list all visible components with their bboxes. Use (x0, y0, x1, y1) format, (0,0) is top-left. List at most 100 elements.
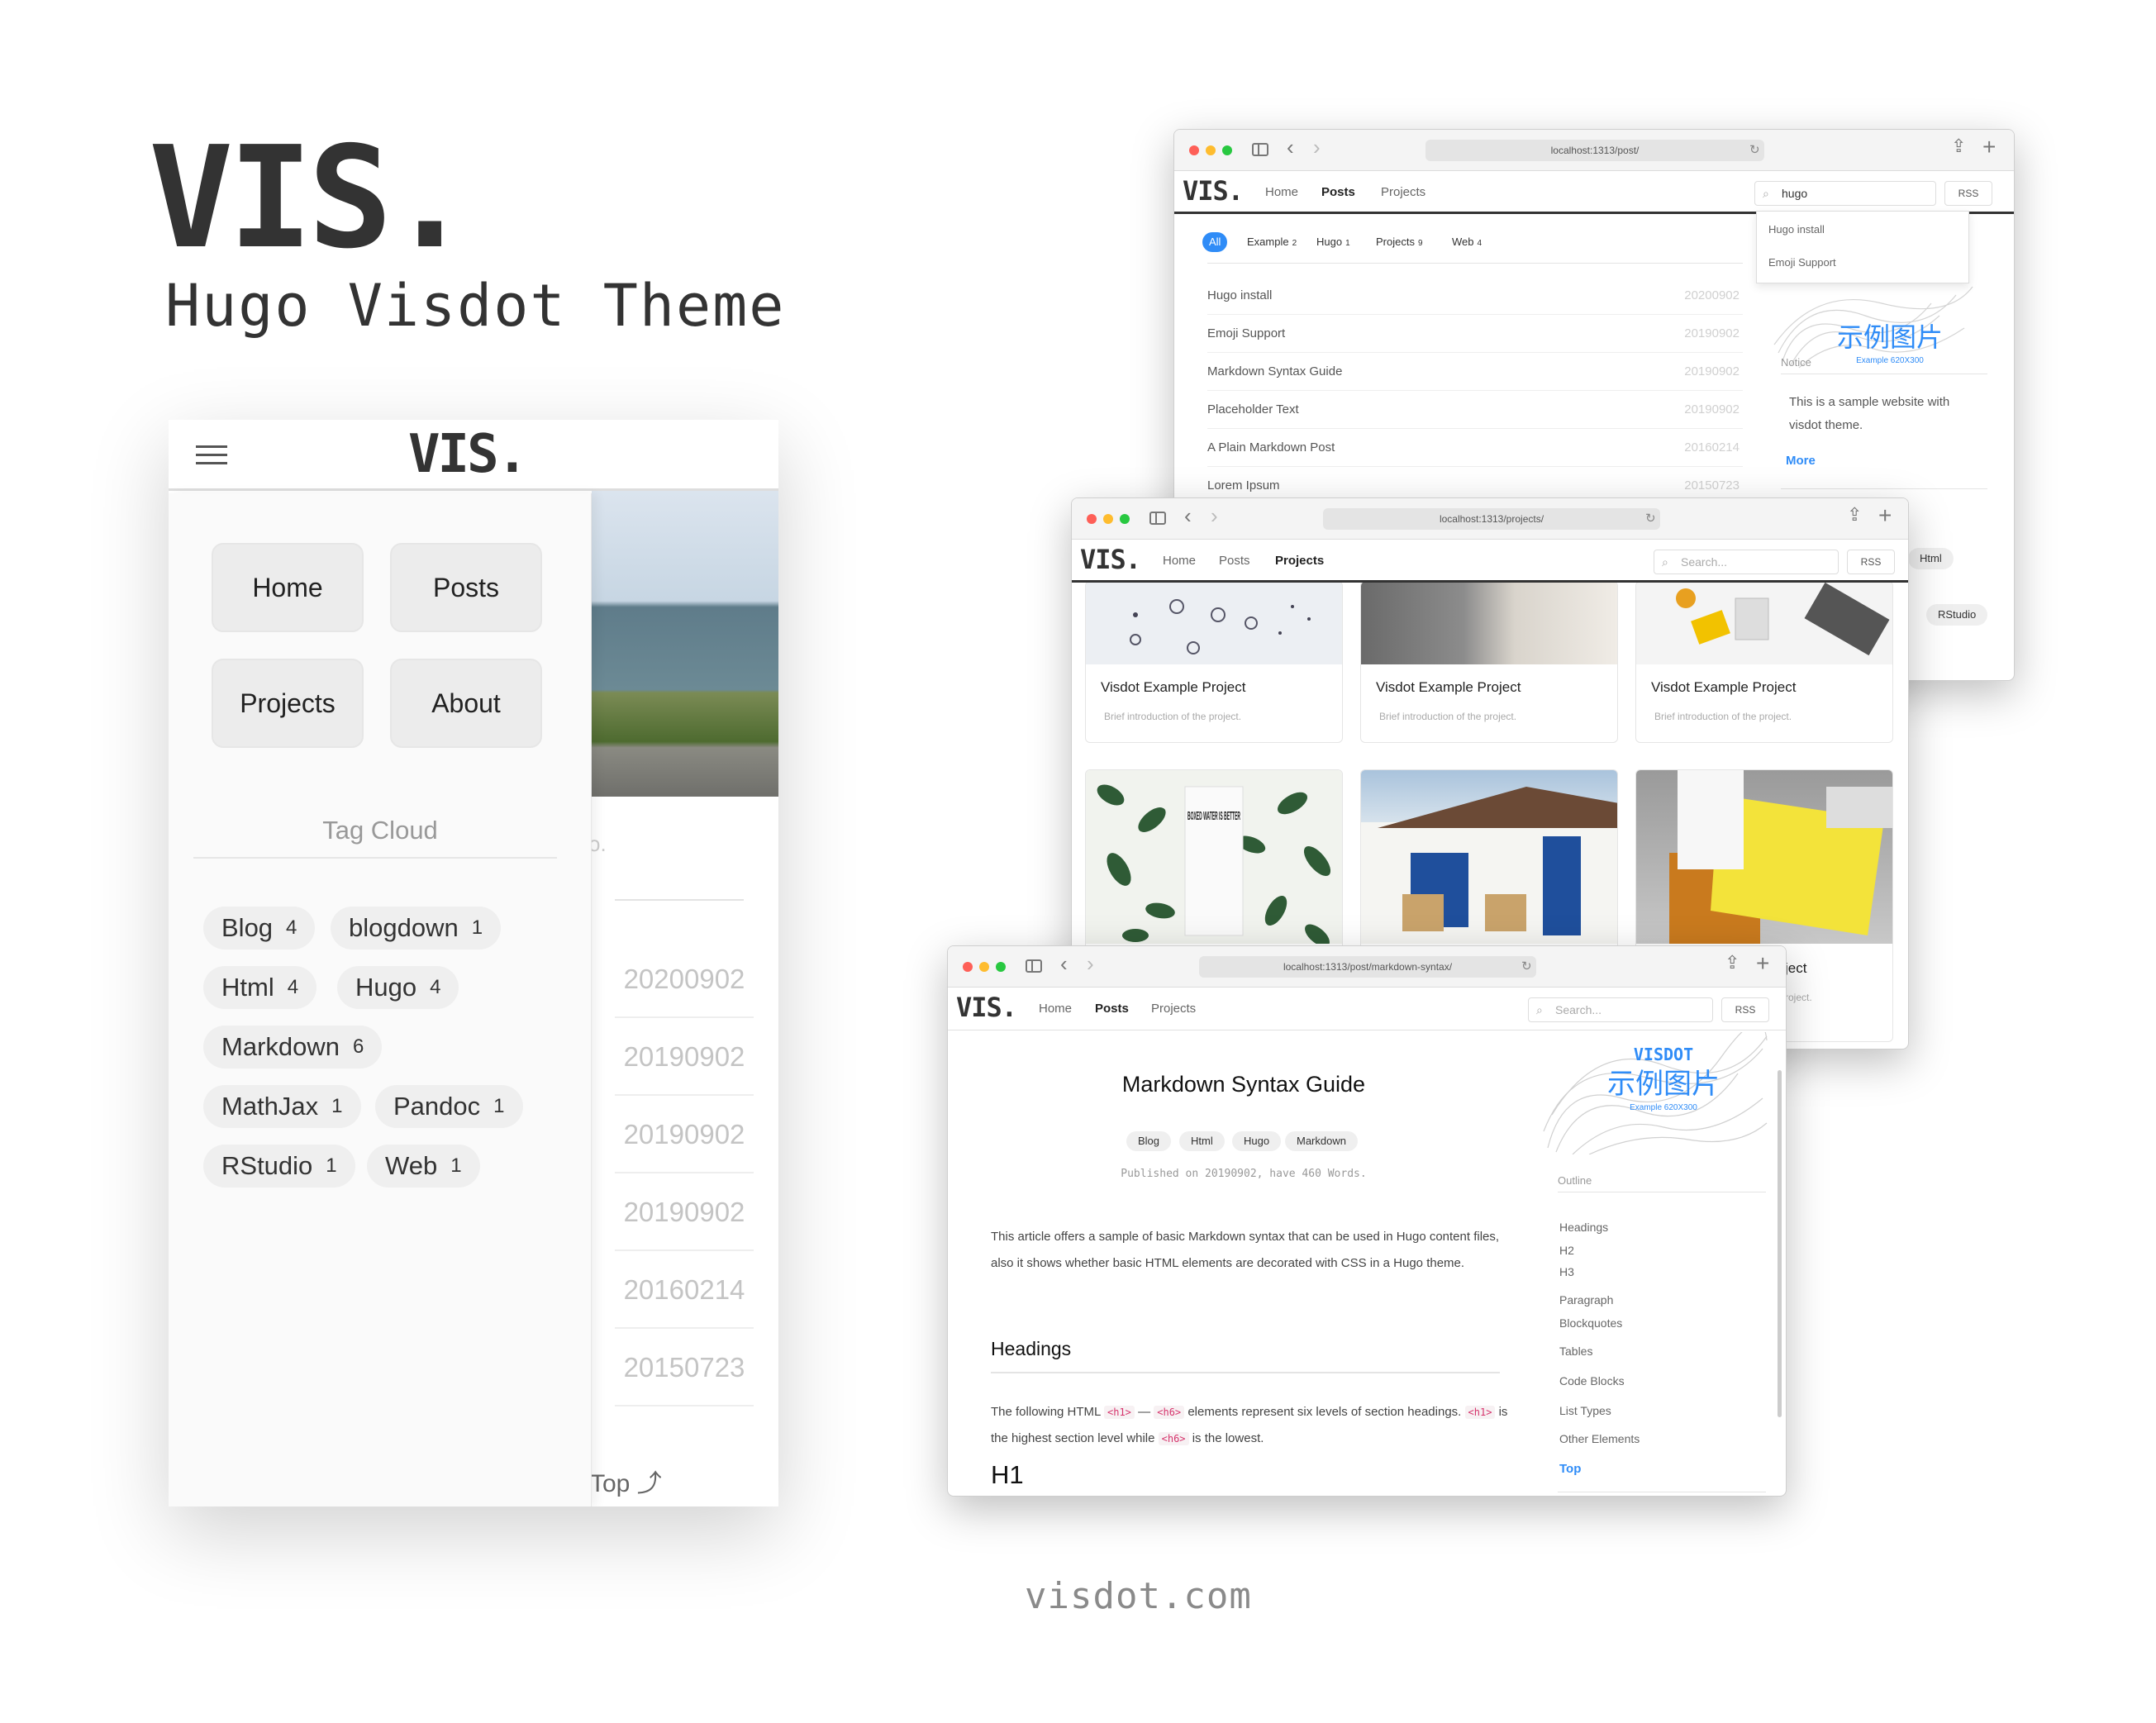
close-window-icon[interactable] (963, 962, 973, 972)
minimize-window-icon[interactable] (1206, 145, 1216, 155)
nav-projects[interactable]: Projects (1275, 555, 1324, 567)
nav-posts[interactable]: Posts (1321, 186, 1355, 198)
new-tab-icon[interactable]: + (1878, 504, 1892, 527)
tag-markdown[interactable]: Markdown 6 (203, 1026, 383, 1069)
filter-all[interactable]: All (1202, 232, 1228, 252)
tag-html[interactable]: Html 4 (203, 966, 317, 1009)
filter-example[interactable]: Example 2 (1240, 232, 1303, 252)
address-bar[interactable]: localhost:1313/projects/ (1323, 508, 1660, 530)
scrollbar[interactable] (1778, 1070, 1782, 1417)
share-icon[interactable]: ⇪ (1725, 954, 1740, 972)
back-arrow-icon[interactable]: ‹ (1287, 136, 1294, 158)
outline-item[interactable]: Code Blocks (1559, 1374, 1625, 1387)
site-logo[interactable]: VIS. (956, 994, 1017, 1021)
nav-home[interactable]: Home (1039, 1002, 1072, 1015)
forward-arrow-icon[interactable]: › (1087, 953, 1094, 974)
more-link[interactable]: More (1786, 454, 1816, 468)
browser-toolbar: ‹ › localhost:1313/post/ ↻ ⇪ + (1174, 130, 2014, 171)
rss-button[interactable]: RSS (1721, 997, 1769, 1022)
mobile-header: VIS. (169, 420, 778, 491)
outline-item[interactable]: H3 (1559, 1265, 1574, 1278)
nav-home-button[interactable]: Home (212, 543, 364, 632)
back-to-top-link[interactable]: Top (1559, 1462, 1581, 1476)
post-row[interactable]: Placeholder Text 20190902 (1207, 391, 1743, 429)
nav-posts-button[interactable]: Posts (390, 543, 542, 632)
outline-item[interactable]: Blockquotes (1559, 1316, 1622, 1330)
forward-arrow-icon[interactable]: › (1211, 505, 1218, 526)
nav-about-button[interactable]: About (390, 659, 542, 748)
share-icon[interactable]: ⇪ (1847, 506, 1862, 524)
close-window-icon[interactable] (1189, 145, 1199, 155)
project-card[interactable]: Visdot Example Project Brief introductio… (1635, 581, 1893, 743)
post-row[interactable]: Markdown Syntax Guide 20190902 (1207, 353, 1743, 391)
sidebar-toggle-icon[interactable] (1252, 143, 1268, 156)
tag-markdown[interactable]: Markdown (1285, 1131, 1358, 1151)
back-arrow-icon[interactable]: ‹ (1184, 505, 1192, 526)
tag-hugo[interactable]: Hugo (1232, 1131, 1282, 1151)
site-logo[interactable]: VIS. (1183, 178, 1244, 204)
post-row[interactable]: Hugo install 20200902 (1207, 277, 1743, 315)
rss-button[interactable]: RSS (1847, 550, 1895, 574)
filter-projects[interactable]: Projects 9 (1369, 232, 1430, 252)
outline-item[interactable]: Tables (1559, 1345, 1592, 1358)
search-input[interactable]: ⌕ Search... (1654, 550, 1839, 574)
outline-item[interactable]: Headings (1559, 1221, 1608, 1234)
site-logo[interactable]: VIS. (408, 428, 528, 481)
reload-icon[interactable]: ↻ (1645, 508, 1656, 530)
address-bar[interactable]: localhost:1313/post/ (1425, 140, 1764, 161)
site-logo[interactable]: VIS. (1080, 546, 1141, 573)
search-input[interactable]: ⌕ hugo (1754, 181, 1936, 206)
tag-blog[interactable]: Blog 4 (203, 907, 316, 950)
nav-posts[interactable]: Posts (1095, 1002, 1129, 1015)
outline-item[interactable]: List Types (1559, 1404, 1611, 1417)
project-card[interactable]: Visdot Example Project Brief introductio… (1085, 581, 1343, 743)
minimize-window-icon[interactable] (979, 962, 989, 972)
nav-projects[interactable]: Projects (1381, 186, 1425, 198)
tag-rstudio[interactable]: RStudio (1926, 604, 1988, 626)
tag-html[interactable]: Html (1908, 548, 1954, 569)
outline-item[interactable]: Paragraph (1559, 1293, 1613, 1307)
tag-mathjax[interactable]: MathJax 1 (203, 1085, 361, 1128)
search-input[interactable]: ⌕ Search... (1528, 997, 1713, 1022)
maximize-window-icon[interactable] (1222, 145, 1232, 155)
sidebar-toggle-icon[interactable] (1149, 512, 1166, 525)
close-window-icon[interactable] (1087, 514, 1097, 524)
search-result[interactable]: Hugo install (1768, 223, 1825, 236)
back-arrow-icon[interactable]: ‹ (1060, 953, 1068, 974)
tag-web[interactable]: Web 1 (367, 1145, 480, 1188)
post-date: 20190902 (615, 1041, 754, 1096)
search-result[interactable]: Emoji Support (1768, 256, 1836, 269)
reload-icon[interactable]: ↻ (1521, 956, 1532, 978)
address-bar[interactable]: localhost:1313/post/markdown-syntax/ (1199, 956, 1536, 978)
outline-item[interactable]: Other Elements (1559, 1432, 1640, 1445)
new-tab-icon[interactable]: + (1982, 136, 1996, 159)
post-row[interactable]: A Plain Markdown Post 20160214 (1207, 429, 1743, 467)
nav-projects[interactable]: Projects (1151, 1002, 1196, 1015)
sidebar-toggle-icon[interactable] (1026, 959, 1042, 973)
post-row[interactable]: Emoji Support 20190902 (1207, 315, 1743, 353)
nav-posts[interactable]: Posts (1219, 555, 1250, 567)
tag-blogdown[interactable]: blogdown 1 (331, 907, 502, 950)
maximize-window-icon[interactable] (1120, 514, 1130, 524)
nav-home[interactable]: Home (1265, 186, 1298, 198)
share-icon[interactable]: ⇪ (1951, 137, 1966, 155)
hamburger-menu-icon[interactable] (196, 445, 227, 465)
project-card[interactable]: Visdot Example Project Brief introductio… (1360, 581, 1618, 743)
tag-blog[interactable]: Blog (1126, 1131, 1172, 1151)
nav-projects-button[interactable]: Projects (212, 659, 364, 748)
outline-item[interactable]: H2 (1559, 1244, 1574, 1257)
tag-html[interactable]: Html (1179, 1131, 1225, 1151)
reload-icon[interactable]: ↻ (1749, 140, 1760, 161)
tag-hugo[interactable]: Hugo 4 (337, 966, 459, 1009)
filter-hugo[interactable]: Hugo 1 (1310, 232, 1357, 252)
rss-button[interactable]: RSS (1944, 181, 1992, 206)
forward-arrow-icon[interactable]: › (1313, 136, 1321, 158)
tag-pandoc[interactable]: Pandoc 1 (375, 1085, 523, 1128)
maximize-window-icon[interactable] (996, 962, 1006, 972)
minimize-window-icon[interactable] (1103, 514, 1113, 524)
filter-web[interactable]: Web 4 (1445, 232, 1488, 252)
new-tab-icon[interactable]: + (1756, 952, 1769, 975)
tag-rstudio[interactable]: RStudio 1 (203, 1145, 355, 1188)
top-link[interactable]: Top ⤴ (590, 1463, 662, 1499)
nav-home[interactable]: Home (1163, 555, 1196, 567)
